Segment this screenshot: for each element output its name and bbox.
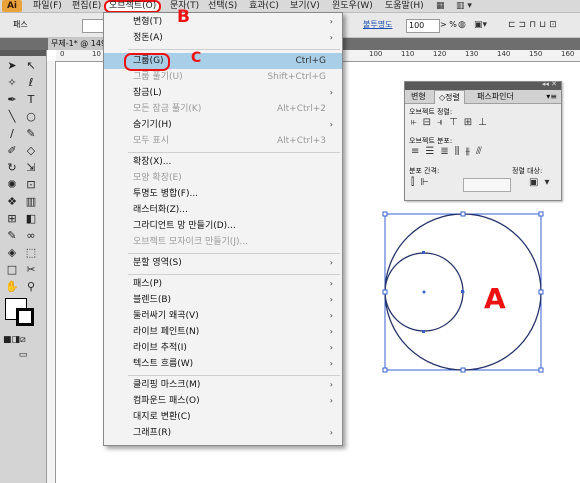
distribute-spacing-label: 분포 간격: bbox=[409, 167, 440, 175]
menu-item-lock[interactable]: 잠금(L) › bbox=[104, 85, 342, 101]
annotation-b: B bbox=[177, 7, 190, 27]
menu-item-envelope-distort[interactable]: 둘러싸기 왜곡(V) › bbox=[104, 308, 342, 324]
tab-transform[interactable]: 변형 bbox=[407, 90, 430, 103]
menu-separator bbox=[128, 49, 340, 50]
align-panel-titlebar[interactable]: ◂◂ ✕ bbox=[405, 80, 561, 90]
align-to-dropdown-icon[interactable]: ▣▾ bbox=[529, 177, 555, 188]
menu-separator bbox=[128, 375, 340, 376]
menu-separator bbox=[128, 274, 340, 275]
menu-separator bbox=[128, 152, 340, 153]
menu-item-create-object-mosaic[interactable]: 오브젝트 모자이크 만들기(J)... bbox=[104, 234, 342, 250]
menu-item-text-wrap[interactable]: 텍스트 흐름(W) › bbox=[104, 356, 342, 372]
tab-pathfinder[interactable]: 패스파인더 bbox=[473, 90, 518, 103]
menu-item-path[interactable]: 패스(P) › bbox=[104, 276, 342, 292]
align-panel: ◂◂ ✕ 변형 ◇정렬 패스파인더 ▾≡ 오브젝트 정렬: ⫦⊟⫣⊤⊞⊥ 오브젝… bbox=[404, 80, 562, 201]
annotation-circle-group bbox=[124, 53, 170, 71]
menu-item-clipping-mask[interactable]: 클리핑 마스크(M) › bbox=[104, 377, 342, 393]
spacing-input[interactable] bbox=[463, 178, 511, 192]
submenu-arrow-icon: › bbox=[329, 380, 333, 389]
menu-item-slice[interactable]: 분할 영역(S) › bbox=[104, 255, 342, 271]
submenu-arrow-icon: › bbox=[329, 428, 333, 437]
menu-item-graph[interactable]: 그래프(R) › bbox=[104, 425, 342, 441]
menu-item-convert-to-artboards[interactable]: 대지로 변환(C) bbox=[104, 409, 342, 425]
distribute-objects-label: 오브젝트 분포: bbox=[409, 137, 453, 145]
object-menu-dropdown: 변형(T) › 정돈(A) › 그룹(G) Ctrl+G 그룹 풀기(U) Shift+… bbox=[103, 12, 343, 446]
annotation-a: A bbox=[484, 282, 506, 315]
distribute-spacing-buttons-icon[interactable]: ⫿⊩ bbox=[411, 177, 435, 188]
bbox-handle bbox=[538, 289, 544, 295]
anchor-point bbox=[461, 290, 464, 293]
menu-item-arrange[interactable]: 정돈(A) › bbox=[104, 30, 342, 46]
menu-item-live-paint[interactable]: 라이브 페인트(N) › bbox=[104, 324, 342, 340]
submenu-arrow-icon: › bbox=[329, 17, 333, 26]
submenu-arrow-icon: › bbox=[329, 343, 333, 352]
tab-align[interactable]: ◇정렬 bbox=[434, 90, 465, 104]
submenu-arrow-icon: › bbox=[329, 396, 333, 405]
menu-item-rasterize[interactable]: 래스터화(Z)... bbox=[104, 202, 342, 218]
submenu-arrow-icon: › bbox=[329, 88, 333, 97]
menu-item-flatten-transparency[interactable]: 투명도 병합(F)... bbox=[104, 186, 342, 202]
menu-item-create-gradient-mesh[interactable]: 그라디언트 망 만들기(D)... bbox=[104, 218, 342, 234]
submenu-arrow-icon: › bbox=[329, 33, 333, 42]
bbox-handle bbox=[382, 289, 388, 295]
submenu-arrow-icon: › bbox=[329, 120, 333, 129]
menu-item-expand-appearance[interactable]: 모양 확장(E) bbox=[104, 170, 342, 186]
menu-item-compound-path[interactable]: 컴파운드 패스(O) › bbox=[104, 393, 342, 409]
small-circle-center-point bbox=[422, 290, 426, 294]
menu-separator bbox=[128, 253, 340, 254]
distribute-objects-buttons-icon[interactable]: ≡☰≣⫼⫵⫻ bbox=[411, 146, 488, 157]
anchor-point bbox=[422, 251, 425, 254]
menu-item-hide[interactable]: 숨기기(H) › bbox=[104, 117, 342, 133]
submenu-arrow-icon: › bbox=[329, 295, 333, 304]
panel-collapse-icon[interactable]: ◂◂ ✕ bbox=[542, 80, 557, 88]
menu-item-transform[interactable]: 변형(T) › bbox=[104, 14, 342, 30]
anchor-point bbox=[422, 330, 425, 333]
bbox-handle bbox=[538, 211, 544, 217]
bbox-handle bbox=[538, 367, 544, 373]
submenu-arrow-icon: › bbox=[329, 327, 333, 336]
menu-item-unlock-all[interactable]: 모든 잠금 풀기(K) Alt+Ctrl+2 bbox=[104, 101, 342, 117]
menu-item-show-all[interactable]: 모두 표시 Alt+Ctrl+3 bbox=[104, 133, 342, 149]
bbox-handle bbox=[382, 211, 388, 217]
annotation-c: C bbox=[191, 50, 202, 66]
menu-item-ungroup[interactable]: 그룹 풀기(U) Shift+Ctrl+G bbox=[104, 69, 342, 85]
submenu-arrow-icon: › bbox=[329, 279, 333, 288]
menu-item-expand[interactable]: 확장(X)... bbox=[104, 154, 342, 170]
submenu-arrow-icon: › bbox=[329, 311, 333, 320]
menu-item-blend[interactable]: 블렌드(B) › bbox=[104, 292, 342, 308]
bbox-handle bbox=[460, 367, 466, 373]
align-to-label: 정렬 대상: bbox=[512, 167, 543, 175]
submenu-arrow-icon: › bbox=[329, 258, 333, 267]
panel-menu-icon[interactable]: ▾≡ bbox=[546, 92, 557, 101]
align-objects-label: 오브젝트 정렬: bbox=[409, 108, 453, 116]
align-objects-buttons-icon[interactable]: ⫦⊟⫣⊤⊞⊥ bbox=[411, 117, 493, 128]
submenu-arrow-icon: › bbox=[329, 359, 333, 368]
align-panel-tabs: 변형 ◇정렬 패스파인더 ▾≡ bbox=[405, 90, 561, 104]
bbox-handle bbox=[382, 367, 388, 373]
bbox-handle bbox=[460, 211, 466, 217]
menu-item-live-trace[interactable]: 라이브 추적(I) › bbox=[104, 340, 342, 356]
